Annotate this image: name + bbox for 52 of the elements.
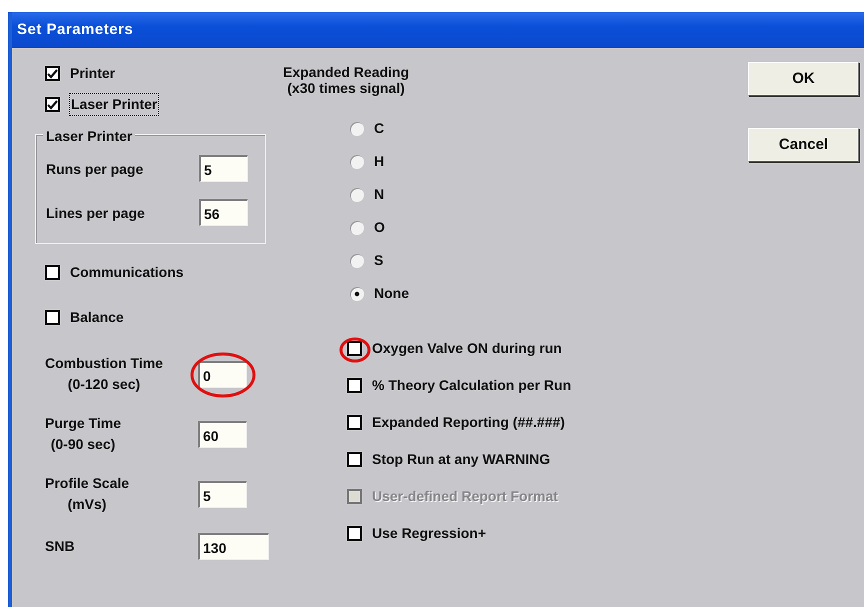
input-field[interactable]: 56 — [199, 199, 248, 226]
radio-button[interactable] — [350, 254, 364, 268]
checkbox[interactable] — [45, 66, 60, 81]
cancel-button[interactable]: Cancel — [748, 128, 859, 162]
radio-button[interactable] — [350, 286, 364, 300]
checkbox-label: Stop Run at any WARNING — [372, 450, 550, 469]
section-subtitle: (x30 times signal) — [287, 80, 405, 96]
checkbox-label: Laser Printer — [70, 94, 158, 115]
checkbox-label: % Theory Calculation per Run — [372, 376, 572, 395]
radio-label: None — [374, 284, 409, 303]
checkbox-label: Use Regression+ — [372, 524, 486, 543]
checkbox[interactable] — [45, 265, 60, 280]
field-label: Lines per page — [46, 204, 146, 220]
highlight-circle — [190, 352, 256, 398]
input-field[interactable]: 5 — [198, 480, 247, 508]
section-title: Expanded Reading — [283, 64, 410, 80]
field-label: SNB — [45, 537, 75, 556]
radio-label: O — [374, 218, 385, 237]
field-label: Runs per page — [46, 160, 144, 176]
radio-button[interactable] — [350, 154, 364, 168]
input-field[interactable]: 5 — [199, 155, 248, 182]
checkbox[interactable] — [347, 526, 362, 541]
input-field[interactable]: 60 — [198, 420, 247, 448]
radio-label: S — [374, 251, 384, 270]
radio-label: N — [374, 185, 384, 204]
checkbox[interactable] — [347, 378, 362, 393]
input-field[interactable]: 0 — [198, 360, 247, 388]
radio-label: C — [374, 119, 384, 138]
radio-button[interactable] — [350, 122, 364, 136]
checkbox-label: Expanded Reporting (##.###) — [372, 413, 565, 432]
checkbox[interactable] — [347, 415, 362, 430]
checkbox-label: Communications — [70, 263, 184, 282]
input-field[interactable]: 130 — [198, 533, 269, 560]
checkbox[interactable] — [347, 452, 362, 467]
checkbox-label: User-defined Report Format — [372, 487, 558, 506]
field-hint: (0-90 sec) — [50, 435, 116, 454]
checkbox-label: Printer — [70, 64, 116, 83]
field-label: Combustion Time — [45, 354, 163, 373]
radio-button[interactable] — [350, 220, 364, 234]
checkbox-label: Balance — [70, 308, 124, 327]
field-hint: (0-120 sec) — [68, 375, 140, 394]
radio-button[interactable] — [350, 188, 364, 202]
ok-button[interactable]: OK — [748, 62, 859, 96]
checkbox[interactable] — [45, 310, 60, 325]
checkbox[interactable] — [347, 341, 362, 356]
radio-label: H — [374, 152, 384, 171]
field-hint: (mVs) — [68, 495, 106, 514]
field-label: Profile Scale — [45, 474, 130, 493]
window-title: Set Parameters — [17, 20, 134, 40]
checkbox-label: Oxygen Valve ON during run — [372, 339, 562, 358]
checkbox[interactable] — [45, 97, 60, 112]
field-label: Purge Time — [45, 414, 121, 433]
